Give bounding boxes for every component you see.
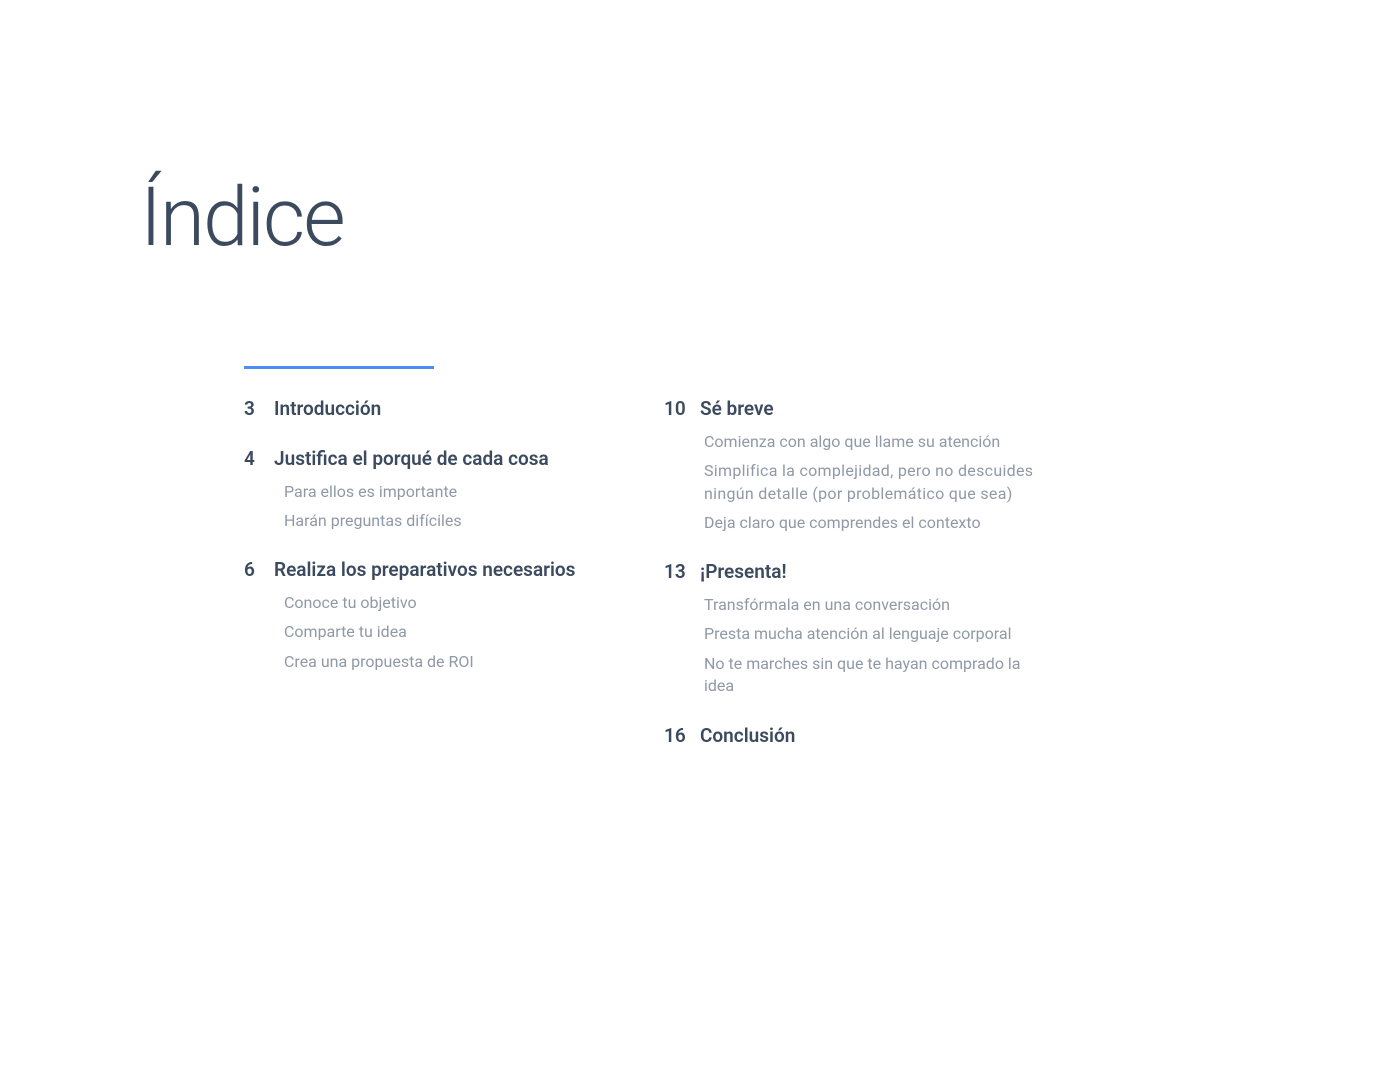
toc-section: 4 Justifica el porqué de cada cosa Para …	[244, 447, 616, 533]
toc-subsection: Harán preguntas difíciles	[284, 510, 616, 532]
page-container: Índice 3 Introducción 4 Justifica el por…	[0, 0, 1398, 773]
toc-subsection: Presta mucha atención al lenguaje corpor…	[704, 623, 1036, 645]
toc-content: 3 Introducción 4 Justifica el porqué de …	[244, 366, 1258, 773]
toc-subsections: Transfórmala en una conversación Presta …	[704, 594, 1036, 698]
toc-section: 6 Realiza los preparativos necesarios Co…	[244, 558, 616, 673]
toc-subsection: No te marches sin que te hayan comprado …	[704, 653, 1036, 698]
toc-subsection: Crea una propuesta de ROI	[284, 651, 616, 673]
toc-heading: 13 ¡Presenta!	[664, 560, 1036, 584]
toc-section-title: ¡Presenta!	[700, 560, 787, 584]
toc-heading: 6 Realiza los preparativos necesarios	[244, 558, 616, 582]
toc-subsections: Comienza con algo que llame su atención …	[704, 431, 1036, 535]
toc-heading: 3 Introducción	[244, 397, 616, 421]
toc-column-right: 10 Sé breve Comienza con algo que llame …	[664, 397, 1036, 773]
toc-subsection: Comparte tu idea	[284, 621, 616, 643]
toc-page-number: 3	[244, 397, 274, 420]
toc-subsection: Comienza con algo que llame su atención	[704, 431, 1036, 453]
toc-section: 10 Sé breve Comienza con algo que llame …	[664, 397, 1036, 534]
toc-section: 16 Conclusión	[664, 724, 1036, 748]
toc-page-number: 4	[244, 447, 274, 470]
toc-columns: 3 Introducción 4 Justifica el porqué de …	[244, 397, 1258, 773]
toc-subsections: Conoce tu objetivo Comparte tu idea Crea…	[284, 592, 616, 673]
toc-heading: 16 Conclusión	[664, 724, 1036, 748]
toc-section-title: Conclusión	[700, 724, 795, 748]
toc-section-title: Justifica el porqué de cada cosa	[274, 447, 549, 471]
toc-page-number: 10	[664, 397, 700, 420]
toc-section: 13 ¡Presenta! Transfórmala en una conver…	[664, 560, 1036, 697]
toc-subsection: Simplifica la complejidad, pero no descu…	[704, 460, 1036, 505]
toc-page-number: 6	[244, 558, 274, 581]
toc-subsection: Para ellos es importante	[284, 481, 616, 503]
toc-subsection: Transfórmala en una conversación	[704, 594, 1036, 616]
toc-subsection: Conoce tu objetivo	[284, 592, 616, 614]
page-title: Índice	[140, 170, 1258, 266]
toc-heading: 10 Sé breve	[664, 397, 1036, 421]
toc-section-title: Introducción	[274, 397, 381, 421]
toc-page-number: 13	[664, 560, 700, 583]
toc-subsection: Deja claro que comprendes el contexto	[704, 512, 1036, 534]
toc-section: 3 Introducción	[244, 397, 616, 421]
toc-section-title: Sé breve	[700, 397, 774, 421]
toc-section-title: Realiza los preparativos necesarios	[274, 558, 575, 582]
accent-divider	[244, 366, 434, 369]
toc-heading: 4 Justifica el porqué de cada cosa	[244, 447, 616, 471]
toc-subsections: Para ellos es importante Harán preguntas…	[284, 481, 616, 533]
toc-page-number: 16	[664, 724, 700, 747]
toc-column-left: 3 Introducción 4 Justifica el porqué de …	[244, 397, 616, 773]
